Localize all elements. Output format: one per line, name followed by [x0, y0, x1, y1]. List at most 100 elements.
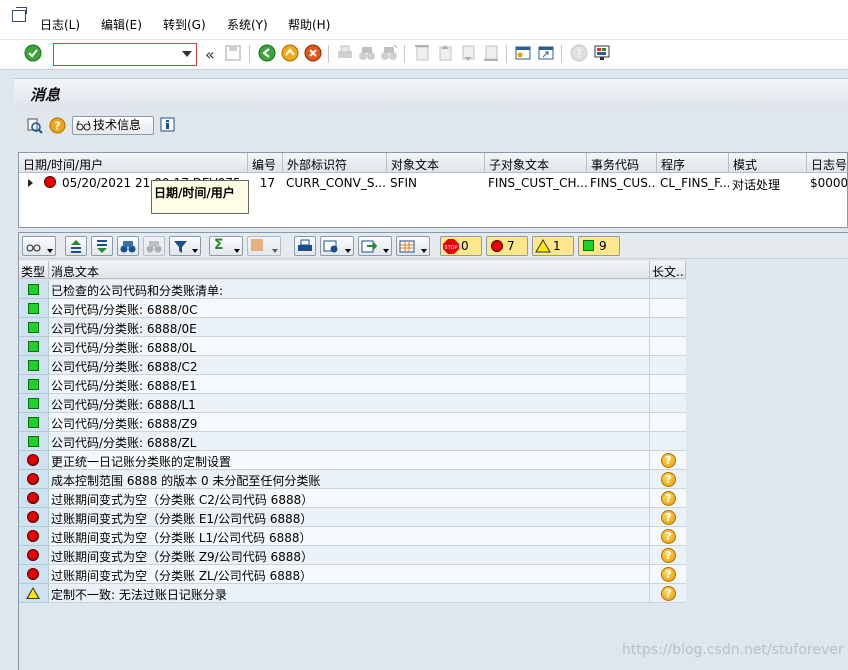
menu-edit[interactable]: 编辑(E) — [101, 16, 142, 33]
command-field[interactable] — [53, 43, 197, 66]
long-text-cell[interactable]: ? — [650, 451, 686, 470]
subtotal-button[interactable] — [247, 236, 281, 256]
next-page-icon[interactable] — [459, 44, 477, 62]
column-header-type[interactable]: 类型 — [19, 261, 49, 279]
column-header[interactable]: 外部标识符 — [283, 153, 387, 173]
print-icon[interactable] — [336, 44, 354, 62]
help-icon[interactable]: ? — [570, 44, 588, 62]
column-header[interactable]: 编号 — [248, 153, 283, 173]
long-text-help-icon[interactable]: ? — [661, 548, 676, 563]
filter-button[interactable] — [169, 236, 201, 256]
long-text-help-icon[interactable]: ? — [661, 567, 676, 582]
error-icon — [27, 492, 39, 504]
long-text-help-icon[interactable]: ? — [661, 510, 676, 525]
message-row[interactable]: 公司代码/分类账: 6888/0L — [19, 337, 686, 356]
long-text-help-icon[interactable]: ? — [661, 529, 676, 544]
message-row[interactable]: 公司代码/分类账: 6888/Z9 — [19, 413, 686, 432]
column-header[interactable]: 子对象文本 — [485, 153, 587, 173]
cancel-icon[interactable] — [304, 44, 322, 62]
long-text-cell — [650, 375, 686, 394]
message-type-cell — [19, 565, 49, 584]
long-text-help-icon[interactable]: ? — [661, 472, 676, 487]
message-row[interactable]: 过账期间变式为空（分类账 Z9/公司代码 6888）? — [19, 546, 686, 565]
message-row[interactable]: 公司代码/分类账: 6888/ZL — [19, 432, 686, 451]
column-header-long-text[interactable]: 长文... — [650, 261, 686, 279]
export-button[interactable] — [358, 236, 392, 256]
message-row[interactable]: 公司代码/分类账: 6888/0C — [19, 299, 686, 318]
message-text: 公司代码/分类账: 6888/Z9 — [49, 413, 650, 432]
info-icon[interactable] — [160, 117, 175, 132]
chevron-down-icon[interactable] — [182, 51, 192, 57]
message-row[interactable]: 更正统一日记账分类账的定制设置? — [19, 451, 686, 470]
sort-ascending-button[interactable] — [65, 236, 87, 256]
long-text-help-icon[interactable]: ? — [661, 491, 676, 506]
find-next-button[interactable] — [143, 236, 165, 256]
message-type-cell — [19, 432, 49, 451]
message-row[interactable]: 过账期间变式为空（分类账 ZL/公司代码 6888）? — [19, 565, 686, 584]
details-button[interactable] — [22, 236, 56, 256]
message-row[interactable]: 过账期间变式为空（分类账 L1/公司代码 6888）? — [19, 527, 686, 546]
warning-count-filter[interactable]: 1 — [532, 236, 574, 256]
message-row[interactable]: 成本控制范围 6888 的版本 0 未分配至任何分类账? — [19, 470, 686, 489]
previous-page-icon[interactable] — [436, 44, 454, 62]
long-text-cell[interactable]: ? — [650, 470, 686, 489]
find-icon[interactable] — [358, 44, 376, 62]
menu-goto[interactable]: 转到(G) — [163, 16, 206, 33]
column-header[interactable]: 日期/时间/用户 — [19, 153, 248, 173]
message-row[interactable]: 过账期间变式为空（分类账 E1/公司代码 6888）? — [19, 508, 686, 527]
help-question-icon[interactable]: ? — [49, 117, 66, 134]
detail-search-icon[interactable] — [26, 117, 43, 134]
find-next-icon[interactable] — [380, 44, 398, 62]
message-row[interactable]: 已检查的公司代码和分类账清单: — [19, 280, 686, 299]
long-text-help-icon[interactable]: ? — [661, 586, 676, 601]
collapse-command-icon[interactable]: « — [205, 45, 215, 64]
views-button[interactable] — [320, 236, 354, 256]
message-row[interactable]: 定制不一致: 无法过账日记账分录? — [19, 584, 686, 603]
sum-button[interactable]: Σ — [209, 236, 243, 256]
customize-layout-icon[interactable] — [593, 44, 611, 62]
menu-system[interactable]: 系统(Y) — [227, 16, 268, 33]
new-session-icon[interactable] — [514, 44, 532, 62]
enter-check-icon[interactable] — [24, 44, 42, 62]
message-row[interactable]: 公司代码/分类账: 6888/0E — [19, 318, 686, 337]
sort-descending-button[interactable] — [91, 236, 113, 256]
error-icon — [27, 473, 39, 485]
column-header[interactable]: 程序 — [657, 153, 729, 173]
long-text-cell[interactable]: ? — [650, 508, 686, 527]
long-text-cell[interactable]: ? — [650, 489, 686, 508]
column-header-message-text[interactable]: 消息文本 — [49, 261, 650, 279]
message-text: 更正统一日记账分类账的定制设置 — [49, 451, 650, 470]
error-count-filter[interactable]: 7 — [486, 236, 528, 256]
message-row[interactable]: 公司代码/分类账: 6888/C2 — [19, 356, 686, 375]
last-page-icon[interactable] — [482, 44, 500, 62]
print-preview-button[interactable] — [294, 236, 316, 256]
column-header[interactable]: 模式 — [729, 153, 807, 173]
long-text-cell[interactable]: ? — [650, 565, 686, 584]
technical-info-button[interactable]: 技术信息 — [72, 116, 154, 135]
command-input[interactable] — [56, 45, 176, 64]
back-icon[interactable] — [258, 44, 276, 62]
long-text-cell[interactable]: ? — [650, 527, 686, 546]
column-header[interactable]: 对象文本 — [387, 153, 485, 173]
long-text-help-icon[interactable]: ? — [661, 453, 676, 468]
find-button[interactable] — [117, 236, 139, 256]
message-row[interactable]: 公司代码/分类账: 6888/L1 — [19, 394, 686, 413]
exit-icon[interactable] — [281, 44, 299, 62]
message-row[interactable]: 公司代码/分类账: 6888/E1 — [19, 375, 686, 394]
layout-button[interactable] — [396, 236, 430, 256]
column-header[interactable]: 事务代码 — [587, 153, 657, 173]
long-text-cell[interactable]: ? — [650, 584, 686, 603]
expand-arrow-icon[interactable] — [28, 179, 33, 187]
stop-count-filter[interactable]: STOP 0 — [440, 236, 482, 256]
menu-help[interactable]: 帮助(H) — [288, 16, 330, 33]
success-count-filter[interactable]: 9 — [578, 236, 620, 256]
window-menu-icon[interactable] — [12, 7, 27, 22]
message-row[interactable]: 过账期间变式为空（分类账 C2/公司代码 6888）? — [19, 489, 686, 508]
save-icon[interactable] — [224, 44, 242, 62]
shortcut-icon[interactable] — [537, 44, 555, 62]
column-header[interactable]: 日志号 — [807, 153, 847, 173]
first-page-icon[interactable] — [413, 44, 431, 62]
log-tcode: FINS_CUS... — [590, 176, 657, 190]
menu-log[interactable]: 日志(L) — [40, 16, 80, 33]
long-text-cell[interactable]: ? — [650, 546, 686, 565]
